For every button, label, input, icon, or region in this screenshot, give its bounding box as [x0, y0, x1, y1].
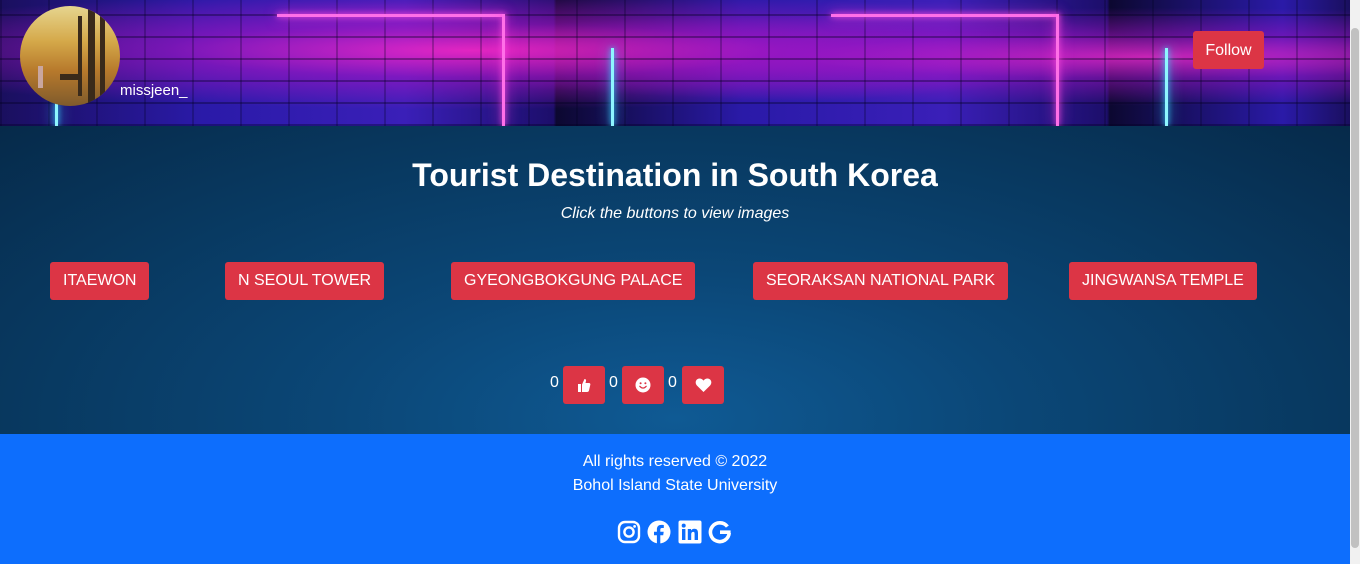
- smile-count: 0: [609, 374, 618, 391]
- like-count: 0: [550, 374, 559, 391]
- header-banner: missjeen_ Follow: [0, 0, 1350, 126]
- organization-text: Bohol Island State University: [572, 477, 778, 494]
- like-button[interactable]: [563, 366, 605, 404]
- brick-wall-background: [0, 0, 1350, 126]
- neon-frame: [277, 14, 504, 17]
- instagram-icon[interactable]: [617, 520, 641, 544]
- facebook-icon[interactable]: [647, 520, 671, 544]
- neon-line: [1165, 48, 1168, 126]
- copyright-text: All rights reserved © 2022: [582, 453, 768, 470]
- neon-line: [611, 48, 614, 126]
- neon-frame: [502, 14, 505, 126]
- seoraksan-national-park-button[interactable]: SEORAKSAN NATIONAL PARK: [753, 262, 1009, 300]
- avatar: [20, 6, 120, 106]
- jingwansa-temple-button[interactable]: JINGWANSA TEMPLE: [1069, 262, 1257, 300]
- smile-button[interactable]: [622, 366, 664, 404]
- scrollbar[interactable]: [1350, 0, 1360, 564]
- itaewon-button[interactable]: ITAEWON: [50, 262, 150, 300]
- smile-icon: [635, 377, 651, 393]
- follow-button[interactable]: Follow: [1193, 31, 1264, 69]
- footer: All rights reserved © 2022 Bohol Island …: [0, 434, 1350, 564]
- n-seoul-tower-button[interactable]: N SEOUL TOWER: [225, 262, 385, 300]
- linkedin-icon[interactable]: [678, 520, 702, 544]
- neon-frame: [831, 14, 1058, 17]
- gyeongbokgung-palace-button[interactable]: GYEONGBOKGUNG PALACE: [451, 262, 696, 300]
- scrollbar-thumb[interactable]: [1351, 28, 1359, 548]
- page-subtitle: Click the buttons to view images: [560, 205, 790, 222]
- main-section: Tourist Destination in South Korea Click…: [0, 126, 1350, 434]
- heart-count: 0: [668, 374, 677, 391]
- google-icon[interactable]: [708, 520, 732, 544]
- heart-button[interactable]: [682, 366, 724, 404]
- username: missjeen_: [120, 82, 188, 99]
- heart-icon: [695, 378, 711, 392]
- page-title: Tourist Destination in South Korea: [412, 157, 938, 193]
- thumbs-up-icon: [578, 379, 591, 392]
- neon-frame: [1056, 14, 1059, 126]
- neon-line: [55, 102, 58, 126]
